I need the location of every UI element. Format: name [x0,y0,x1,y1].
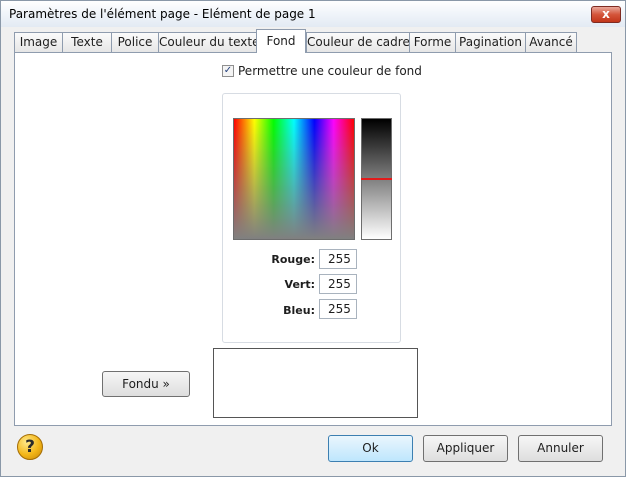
tab-image[interactable]: Image [14,32,63,52]
color-preview [213,348,418,418]
window-title: Paramètres de l'élément page - Elément d… [9,7,316,21]
blue-label: Bleu: [283,304,315,317]
apply-button[interactable]: Appliquer [423,435,508,462]
tab-avance[interactable]: Avancé [525,32,577,52]
tab-police[interactable]: Police [111,32,159,52]
allow-background-checkbox[interactable]: ✓ [222,65,234,77]
help-icon[interactable]: ? [17,434,43,460]
tab-couleur-de-cadre[interactable]: Couleur de cadre [306,32,410,52]
allow-background-label[interactable]: Permettre une couleur de fond [238,64,422,78]
tab-texte[interactable]: Texte [62,32,112,52]
luminance-marker[interactable] [361,178,392,180]
green-input[interactable]: 255 [319,274,357,294]
tab-pagination[interactable]: Pagination [455,32,526,52]
ok-button[interactable]: Ok [328,435,413,462]
fade-button[interactable]: Fondu » [102,371,190,397]
tab-couleur-du-texte[interactable]: Couleur du texte [158,32,258,52]
blue-input[interactable]: 255 [319,299,357,319]
color-spectrum[interactable] [233,118,355,240]
cancel-button[interactable]: Annuler [518,435,603,462]
red-input[interactable]: 255 [319,249,357,269]
tab-forme[interactable]: Forme [409,32,456,52]
close-button[interactable]: x [591,6,621,23]
red-label: Rouge: [271,253,315,266]
green-label: Vert: [284,278,315,291]
title-bar[interactable]: Paramètres de l'élément page - Elément d… [1,1,625,27]
tab-fond[interactable]: Fond [256,29,306,53]
